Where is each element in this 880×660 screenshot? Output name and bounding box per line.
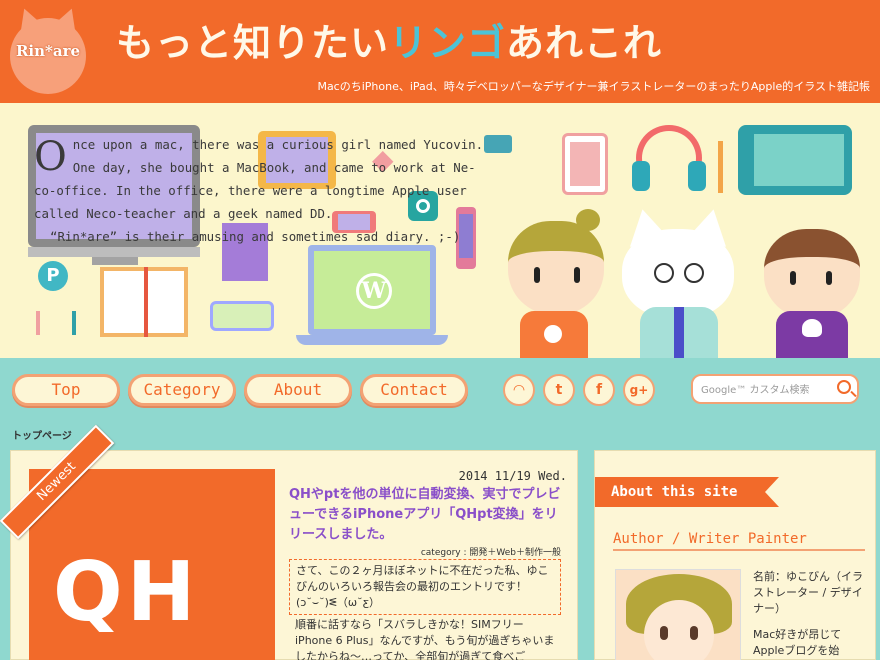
nav-contact-button[interactable]: Contact	[360, 374, 468, 406]
site-tagline: MacのちiPhone、iPad、時々デベロッパーなデザイナー兼イラストレーター…	[317, 80, 870, 93]
site-header: Rin*are もっと知りたいリンゴあれこれ MacのちiPhone、iPad、…	[0, 0, 880, 103]
site-logo[interactable]: Rin*are	[10, 4, 86, 94]
boy-eye-right	[826, 271, 832, 285]
wordpress-icon: W	[356, 273, 392, 309]
boy-character-head	[764, 229, 860, 319]
search-icon[interactable]	[837, 380, 851, 394]
avatar-eye-left	[660, 626, 668, 640]
search-input[interactable]	[701, 381, 841, 399]
paperclips-illustration	[36, 311, 76, 335]
story-line: co-office. In the office, there were a l…	[34, 183, 467, 198]
notebook-illustration	[100, 267, 188, 337]
girl-eye-left	[534, 267, 540, 283]
ipad-illustration	[562, 133, 608, 195]
logo-text: Rin*are	[15, 42, 81, 60]
post-title-link[interactable]: QHやptを他の単位に自動変換、実寸でプレビューできるiPhoneアプリ「QHp…	[289, 485, 569, 545]
logo-ear-left	[12, 4, 44, 34]
search-box	[691, 374, 859, 404]
laptop-base	[296, 335, 448, 345]
stylus-illustration	[718, 141, 723, 193]
story-drop-cap: O	[34, 134, 67, 180]
story-line: One day, she bought a MacBook, and came …	[72, 160, 476, 175]
story-line: called Neco-teacher and a geek named DD.	[34, 206, 333, 221]
cat-glasses-right	[684, 263, 704, 283]
rss-icon[interactable]: ◠	[503, 374, 535, 406]
twitter-icon[interactable]: t	[543, 374, 575, 406]
avatar-eye-right	[690, 626, 698, 640]
site-title-accent: リンゴ	[389, 21, 507, 65]
girl-character-bun	[576, 209, 600, 231]
site-title-part2: あれこれ	[506, 21, 663, 65]
author-name: 名前：ゆこびん（イラストレーター / デザイナー）	[753, 570, 863, 615]
skull-icon	[802, 319, 822, 337]
site-title-part1: もっと知りたい	[116, 21, 390, 65]
iphone-landscape-illustration	[210, 301, 274, 331]
sidebar-heading: About this site	[595, 477, 779, 507]
site-title[interactable]: もっと知りたいリンゴあれこれ	[116, 12, 662, 67]
pinterest-icon: P	[38, 261, 68, 291]
author-info: 名前：ゆこびん（イラストレーター / デザイナー） Mac好きが昂じてApple…	[753, 569, 871, 660]
cat-tie	[674, 307, 684, 358]
intro-story: O nce upon a mac, there was a curious gi…	[34, 133, 504, 248]
hero-illustration: ◆ P W O nce upon a mac, there was a curi…	[0, 103, 880, 358]
nav-about-button[interactable]: About	[244, 374, 352, 406]
logo-ear-right	[52, 4, 84, 34]
facebook-icon[interactable]: f	[583, 374, 615, 406]
main-nav: Top Category About Contact ◠ t f g+	[0, 358, 880, 420]
headphone-right	[688, 161, 706, 191]
nav-category-button[interactable]: Category	[128, 374, 236, 406]
googleplus-icon[interactable]: g+	[623, 374, 655, 406]
post-excerpt-intro: さて、この２ヶ月ほぼネットに不在だった私、ゆこびんのいろいろ報告会の最初のエント…	[289, 559, 561, 615]
cat-character-head	[622, 229, 734, 319]
story-line: nce upon a mac, there was a curious girl…	[72, 137, 484, 152]
headphone-left	[632, 161, 650, 191]
post-excerpt-body: 順番に話すなら「スバラしきかな！SIMフリーiPhone 6 Plus」なんです…	[295, 618, 555, 660]
boy-eye-left	[790, 271, 796, 285]
post-category[interactable]: category : 開発＋Web＋制作一般	[421, 545, 561, 558]
imac-chin	[28, 247, 200, 257]
author-avatar	[615, 569, 741, 660]
post-thumbnail-text: QH	[53, 545, 200, 640]
nav-top-button[interactable]: Top	[12, 374, 120, 406]
author-bio: Mac好きが昂じてAppleブログを始	[753, 628, 842, 657]
apple-icon	[544, 325, 562, 343]
pen-tablet-illustration	[738, 125, 852, 195]
post-thumbnail[interactable]: QH	[29, 469, 275, 660]
imac-stand	[92, 257, 138, 265]
cat-glasses-left	[654, 263, 674, 283]
story-line: “Rin*are” is their amusing and sometimes…	[50, 229, 461, 244]
sidebar-about: About this site Author / Writer Painter …	[594, 450, 876, 660]
sidebar-subheading: Author / Writer Painter	[613, 531, 865, 551]
girl-character-head	[508, 221, 604, 315]
latest-post-card: QH Newest 2014 11/19 Wed. QHやptを他の単位に自動変…	[0, 424, 578, 660]
girl-eye-right	[574, 267, 580, 283]
breadcrumb[interactable]: トップページ	[12, 427, 72, 442]
laptop-illustration: W	[308, 245, 436, 335]
post-date: 2014 11/19 Wed.	[458, 469, 567, 483]
